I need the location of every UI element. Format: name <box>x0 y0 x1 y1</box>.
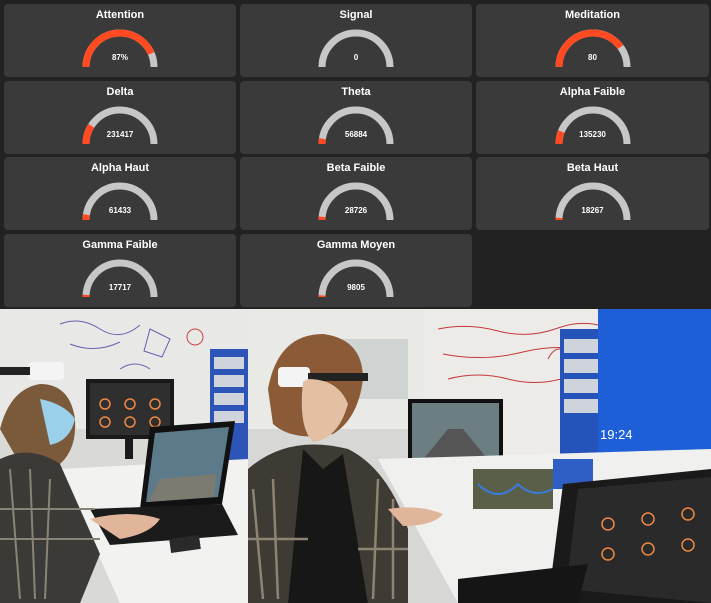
gauge-value: 231417 <box>106 130 134 139</box>
gauge-title: Attention <box>95 9 145 21</box>
gauge-title: Beta Faible <box>326 162 386 174</box>
gauge-arc <box>555 29 630 68</box>
gauge-card: Attention 87% <box>4 4 236 77</box>
gauge-arc <box>318 259 394 298</box>
clock-text: 19:24 <box>600 427 633 442</box>
gauge-value: 18267 <box>581 206 604 215</box>
gauge-title: Theta <box>341 86 371 98</box>
gauge-value: 135230 <box>579 130 606 139</box>
gauge-title: Gamma Moyen <box>316 239 396 251</box>
gauge-title: Alpha Haut <box>90 162 150 174</box>
gauge-value: 80 <box>588 53 597 62</box>
gauge-arc <box>82 259 158 298</box>
gauge-card: Signal 0 <box>240 4 472 77</box>
gauge-arc <box>82 106 158 145</box>
gauge-title: Signal <box>339 9 373 21</box>
gauge-card: Alpha Faible 135230 <box>476 81 709 154</box>
photo-left <box>0 309 248 603</box>
gauge-card: Delta 231417 <box>4 81 236 154</box>
gauge-value: 17717 <box>108 283 132 292</box>
gauge-card: Beta Faible 28726 <box>240 157 472 230</box>
gauge-card: Meditation 80 <box>476 4 709 77</box>
photo-strip: 19:24 <box>0 309 711 603</box>
gauge-arc <box>318 29 394 68</box>
gauge-card: Gamma Moyen 9805 <box>240 234 472 307</box>
gauge-card: Gamma Faible 17717 <box>4 234 236 307</box>
gauge-title: Delta <box>106 86 134 98</box>
gauge-value: 87% <box>111 53 128 62</box>
gauge-arc <box>82 29 158 68</box>
dashboard: Attention 87% Signal 0 Meditation 80 Delta 2314… <box>0 0 711 309</box>
gauge-title: Beta Haut <box>566 162 619 174</box>
gauge-card: Alpha Haut 61433 <box>4 157 236 230</box>
gauge-arc <box>555 182 630 221</box>
gauge-title: Meditation <box>565 9 620 21</box>
gauge-arc <box>555 106 630 145</box>
gauge-arc <box>318 182 394 221</box>
gauge-value: 0 <box>353 53 359 62</box>
gauge-card: Theta 56884 <box>240 81 472 154</box>
gauge-arc <box>82 182 158 221</box>
photo-right: 19:24 <box>248 309 711 603</box>
gauge-value: 9805 <box>347 283 365 292</box>
gauge-value: 61433 <box>108 206 132 215</box>
gauge-title: Gamma Faible <box>82 239 158 251</box>
gauge-arc <box>318 106 394 145</box>
gauge-value: 56884 <box>344 130 368 139</box>
gauge-title: Alpha Faible <box>559 86 626 98</box>
gauge-value: 28726 <box>344 206 368 215</box>
gauge-card: Beta Haut 18267 <box>476 157 709 230</box>
